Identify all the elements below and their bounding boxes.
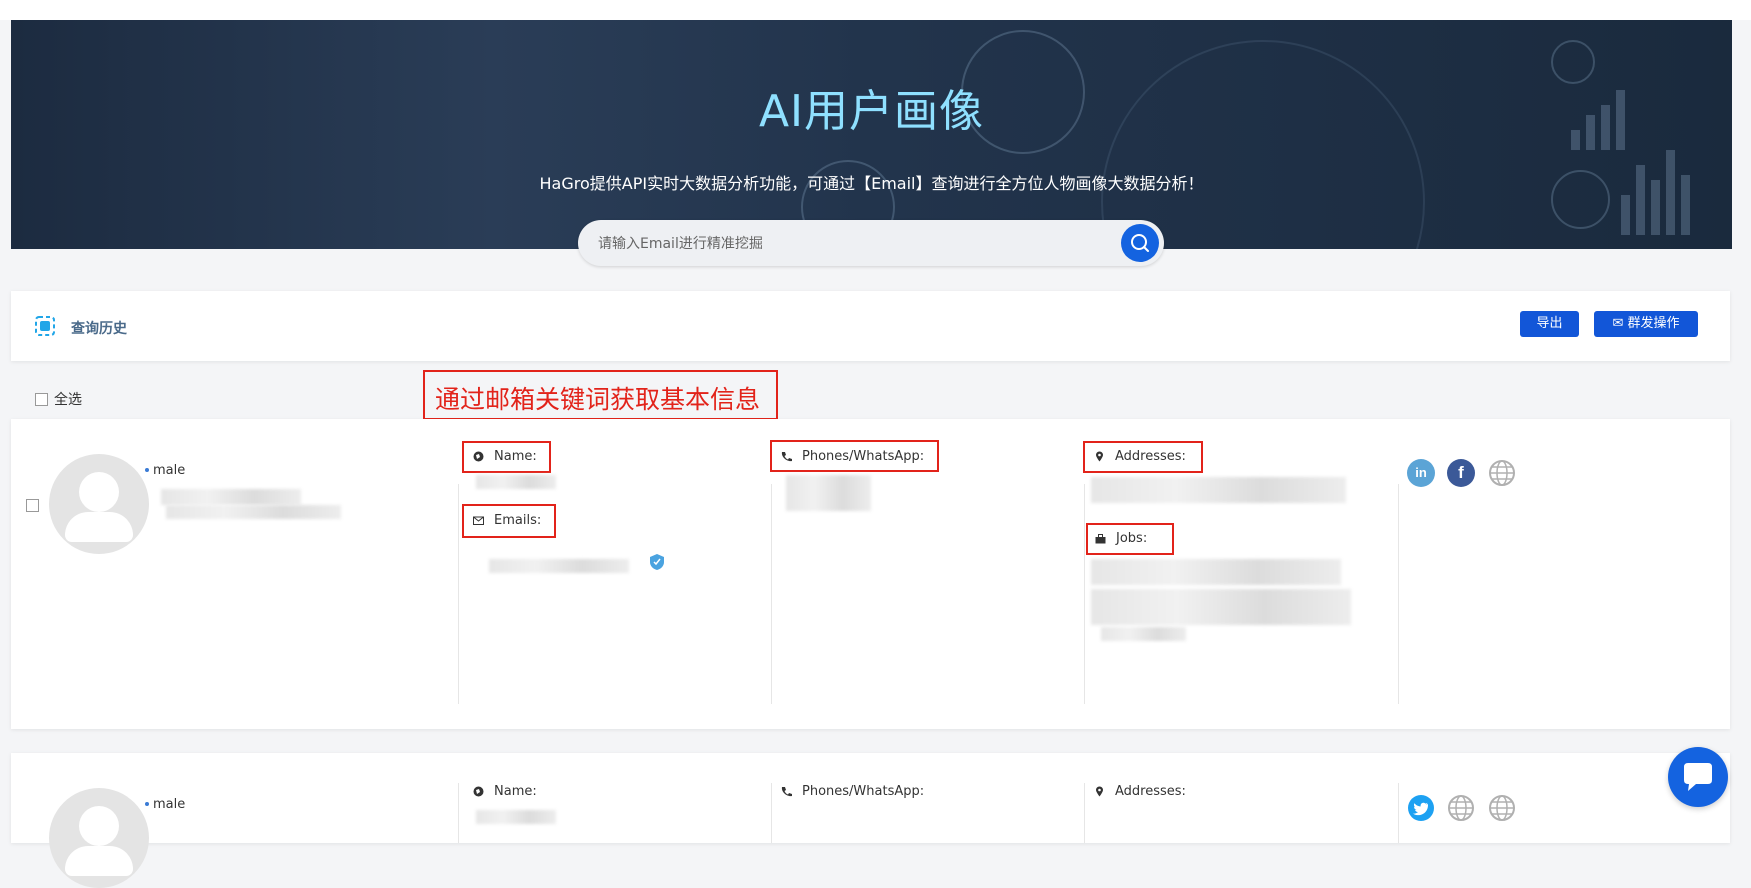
globe-icon — [473, 451, 484, 462]
avatar — [49, 454, 149, 554]
result-card: male Name: Emails: Phones/WhatsApp: Addr… — [11, 419, 1730, 729]
annotation-box: 通过邮箱关键词获取基本信息 — [423, 370, 778, 420]
name-field-label: Name: — [473, 784, 537, 799]
redacted-text — [1091, 559, 1341, 585]
column-divider — [1398, 783, 1399, 843]
redacted-text — [476, 810, 556, 824]
row-checkbox[interactable] — [26, 499, 39, 512]
query-history-link[interactable]: 查询历史 — [71, 318, 127, 338]
hero-title: AI用户画像 — [758, 86, 985, 137]
addresses-field-label: Addresses: — [1094, 784, 1186, 799]
map-pin-icon — [1096, 786, 1103, 797]
mail-icon: ✉ — [1612, 316, 1624, 331]
top-bar — [0, 0, 1751, 20]
decor-ring — [1101, 40, 1425, 249]
result-card: male Name: Phones/WhatsApp: Addresses: — [11, 753, 1730, 888]
column-divider — [1398, 484, 1399, 704]
gender-label: male — [144, 797, 186, 812]
redacted-text — [489, 559, 629, 573]
chat-bubble-icon — [1684, 763, 1712, 791]
search-button[interactable] — [1121, 224, 1159, 262]
export-button[interactable]: 导出 — [1520, 311, 1579, 337]
email-search-bar — [578, 220, 1164, 266]
linkedin-icon[interactable]: in — [1407, 459, 1435, 487]
column-divider — [458, 484, 459, 704]
redacted-text — [161, 489, 301, 505]
redacted-text — [786, 475, 871, 511]
hero-banner: AI用户画像 HaGro提供API实时大数据分析功能，可通过【Email】查询进… — [11, 20, 1732, 249]
phones-label: Phones/WhatsApp: — [802, 784, 925, 799]
name-field-label: Name: — [473, 449, 537, 464]
addresses-label: Addresses: — [1115, 784, 1186, 799]
map-pin-icon — [1096, 451, 1103, 462]
verified-shield-icon — [650, 554, 664, 570]
search-icon — [1131, 234, 1149, 252]
column-divider — [1084, 783, 1085, 843]
name-label: Name: — [494, 784, 537, 799]
redacted-text — [166, 505, 341, 519]
globe-icon — [473, 786, 484, 797]
history-icon — [35, 316, 55, 336]
web-icon[interactable] — [1488, 459, 1516, 487]
select-all-checkbox[interactable] — [35, 392, 48, 406]
twitter-icon[interactable] — [1407, 794, 1435, 822]
facebook-icon[interactable]: f — [1447, 459, 1475, 487]
select-all[interactable]: 全选 — [35, 389, 82, 409]
redacted-text — [1091, 589, 1351, 625]
emails-field-label: Emails: — [473, 513, 541, 528]
select-all-label: 全选 — [54, 392, 82, 408]
jobs-label: Jobs: — [1116, 531, 1148, 546]
jobs-field-label: Jobs: — [1095, 531, 1147, 546]
phones-field-label: Phones/WhatsApp: — [781, 784, 924, 799]
phone-icon — [781, 787, 792, 797]
hero-subtitle: HaGro提供API实时大数据分析功能，可通过【Email】查询进行全方位人物画… — [539, 174, 1204, 193]
gender-label: male — [144, 463, 186, 478]
redacted-text — [1091, 477, 1346, 503]
phones-field-label: Phones/WhatsApp: — [781, 449, 924, 464]
column-divider — [458, 783, 459, 843]
redacted-text — [1101, 627, 1186, 641]
query-history-bar: 查询历史 导出 ✉ 群发操作 — [11, 291, 1730, 361]
emails-label: Emails: — [494, 513, 542, 528]
briefcase-icon — [1095, 534, 1106, 544]
annotation-text: 通过邮箱关键词获取基本信息 — [435, 385, 761, 414]
column-divider — [771, 783, 772, 843]
chat-button[interactable] — [1668, 747, 1728, 807]
phones-label: Phones/WhatsApp: — [802, 449, 925, 464]
email-search-input[interactable] — [596, 230, 1080, 258]
addresses-field-label: Addresses: — [1094, 449, 1186, 464]
column-divider — [1084, 484, 1085, 704]
bulk-send-label: 群发操作 — [1627, 316, 1680, 331]
bulk-send-button[interactable]: ✉ 群发操作 — [1594, 311, 1698, 337]
redacted-text — [476, 475, 556, 489]
phone-icon — [781, 452, 792, 462]
avatar — [49, 788, 149, 888]
column-divider — [771, 484, 772, 704]
addresses-label: Addresses: — [1115, 449, 1186, 464]
web-icon[interactable] — [1488, 794, 1516, 822]
web-icon[interactable] — [1447, 794, 1475, 822]
envelope-icon — [473, 516, 484, 525]
name-label: Name: — [494, 449, 537, 464]
